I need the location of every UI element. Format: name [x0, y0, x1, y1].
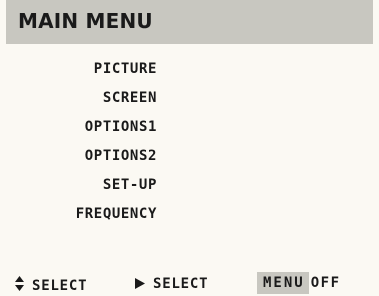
menu-item-screen[interactable]: SCREEN — [103, 90, 157, 106]
menu-item-options1[interactable]: OPTIONS1 — [85, 119, 157, 135]
up-down-select-label: SELECT — [32, 278, 88, 294]
up-down-select-hint: SELECT — [15, 276, 87, 294]
up-down-arrows-icon — [15, 276, 24, 291]
menu-item-frequency[interactable]: FREQUENCY — [76, 206, 157, 222]
menu-item-set-up[interactable]: SET-UP — [103, 177, 157, 193]
osd-screen: MAIN MENU PICTURE SCREEN OPTIONS1 OPTION… — [0, 0, 379, 296]
right-select-label: SELECT — [153, 276, 209, 292]
main-menu-list: PICTURE SCREEN OPTIONS1 OPTIONS2 SET-UP … — [0, 0, 379, 240]
right-select-hint: SELECT — [135, 276, 208, 292]
off-label: OFF — [310, 275, 341, 291]
menu-off-hint: MENU OFF — [257, 272, 341, 294]
right-arrow-icon — [135, 278, 145, 289]
menu-item-options2[interactable]: OPTIONS2 — [85, 148, 157, 164]
menu-key-badge[interactable]: MENU — [257, 272, 309, 294]
footer-hints: SELECT SELECT MENU OFF — [0, 270, 379, 296]
menu-item-picture[interactable]: PICTURE — [94, 61, 157, 77]
